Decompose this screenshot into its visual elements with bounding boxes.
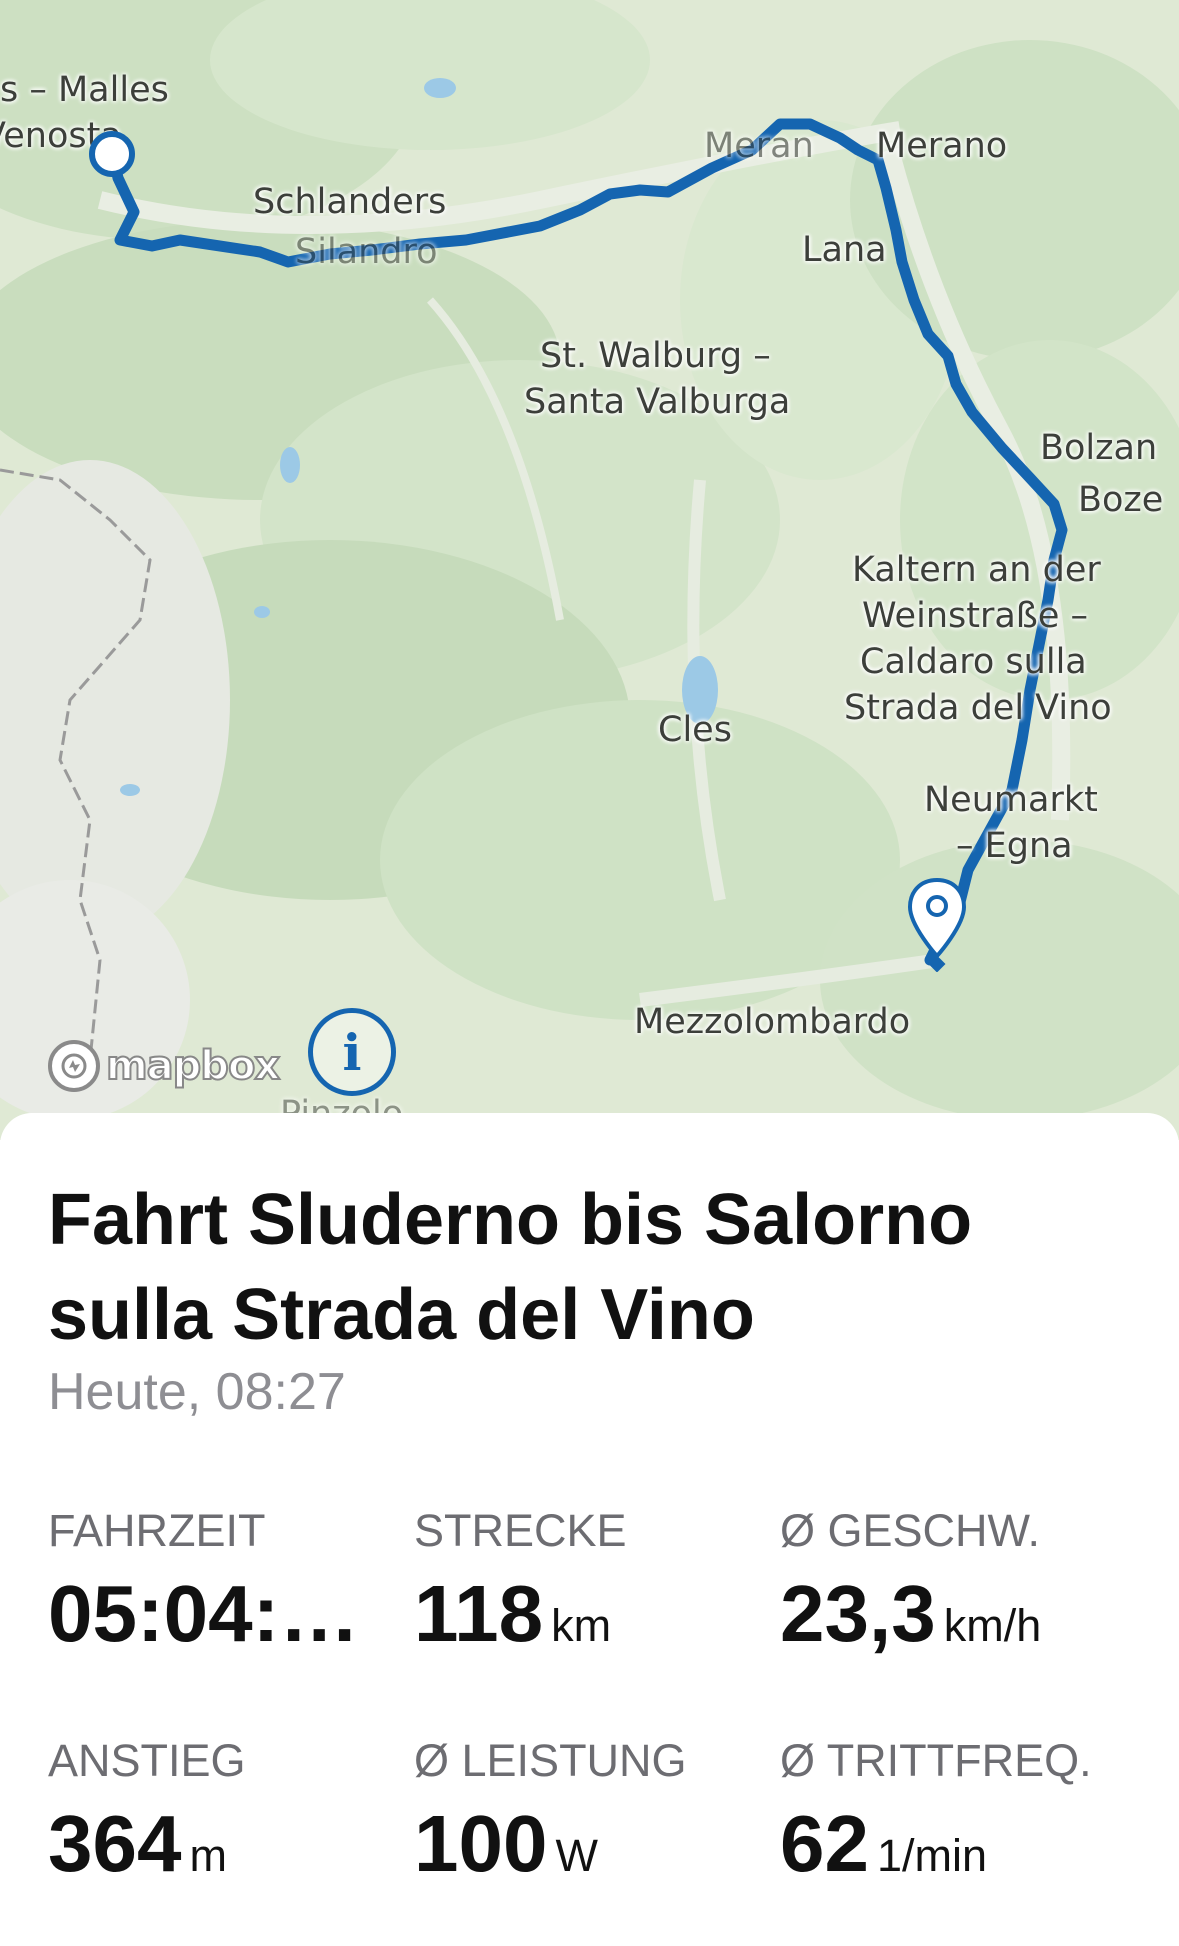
stat-label: Ø LEISTUNG [414, 1735, 687, 1786]
activity-datetime: Heute, 08:27 [48, 1363, 346, 1421]
place-st-walburg: St. Walburg – [540, 336, 771, 376]
stat-value-row: 364 m [48, 1799, 408, 1889]
place-santa-valburga: Santa Valburga [524, 382, 791, 422]
place-kaltern-1: Kaltern an der [852, 550, 1101, 590]
stat-value-row: 23,3 km/h [780, 1569, 1140, 1659]
place-malles: s – Malles [0, 70, 169, 110]
route-map[interactable]: s – Malles Venosta Schlanders Silandro M… [0, 0, 1179, 1140]
stat-unit: km [551, 1600, 612, 1651]
stat-unit: km/h [943, 1600, 1042, 1651]
stat-strecke: STRECKE 118 km [414, 1503, 774, 1659]
place-silandro: Silandro [295, 232, 438, 272]
stat-unit: W [555, 1830, 598, 1881]
stat-value-row: 118 km [414, 1569, 774, 1659]
stat-fahrzeit: FAHRZEIT 05:04:… [48, 1503, 408, 1659]
mapbox-logo: mapbox [48, 1040, 281, 1092]
place-bolzano: Bolzan [1040, 428, 1158, 468]
place-merano: Merano [876, 126, 1008, 166]
mapbox-attribution: mapbox [105, 1042, 281, 1090]
stat-value: 23,3 [780, 1569, 936, 1658]
stat-unit: m [189, 1830, 227, 1881]
place-lana: Lana [802, 230, 887, 270]
stat-value-row: 62 1/min [780, 1799, 1140, 1889]
activity-details-sheet: Fahrt Sluderno bis Salorno sulla Strada … [0, 1113, 1179, 1946]
place-mezzolombardo: Mezzolombardo [634, 1002, 911, 1042]
stat-value-row: 100 W [414, 1799, 774, 1889]
stat-value: 100 [414, 1799, 548, 1888]
place-neumarkt: Neumarkt [924, 780, 1098, 820]
stat-value: 05:04:… [48, 1569, 360, 1658]
stat-unit: 1/min [876, 1830, 988, 1881]
stat-label: STRECKE [414, 1505, 627, 1556]
mapbox-logo-icon [48, 1040, 100, 1092]
stat-value: 118 [414, 1569, 544, 1658]
stat-label: FAHRZEIT [48, 1505, 266, 1556]
activity-title: Fahrt Sluderno bis Salorno sulla Strada … [48, 1180, 973, 1355]
stat-value: 364 [48, 1799, 182, 1888]
end-pin-icon [907, 877, 967, 972]
stat-trittfrequenz: Ø TRITTFREQ. 62 1/min [780, 1733, 1140, 1889]
place-kaltern-3: Caldaro sulla [860, 642, 1087, 682]
place-schlanders: Schlanders [253, 182, 447, 222]
place-meran: Meran [704, 126, 814, 166]
stat-label: ANSTIEG [48, 1735, 246, 1786]
place-cles: Cles [658, 710, 732, 750]
place-kaltern-4: Strada del Vino [844, 688, 1112, 728]
stat-anstieg: ANSTIEG 364 m [48, 1733, 408, 1889]
place-bozen: Boze [1078, 480, 1164, 520]
stat-label: Ø TRITTFREQ. [780, 1735, 1092, 1786]
stat-value-row: 05:04:… [48, 1569, 408, 1659]
place-kaltern-2: Weinstraße – [862, 596, 1088, 636]
info-icon[interactable]: i [308, 1008, 396, 1096]
stat-value: 62 [780, 1799, 869, 1888]
place-egna: – Egna [956, 826, 1073, 866]
stat-geschwindigkeit: Ø GESCHW. 23,3 km/h [780, 1503, 1140, 1659]
start-dot-icon [89, 131, 135, 177]
stat-leistung: Ø LEISTUNG 100 W [414, 1733, 774, 1889]
stat-label: Ø GESCHW. [780, 1505, 1041, 1556]
